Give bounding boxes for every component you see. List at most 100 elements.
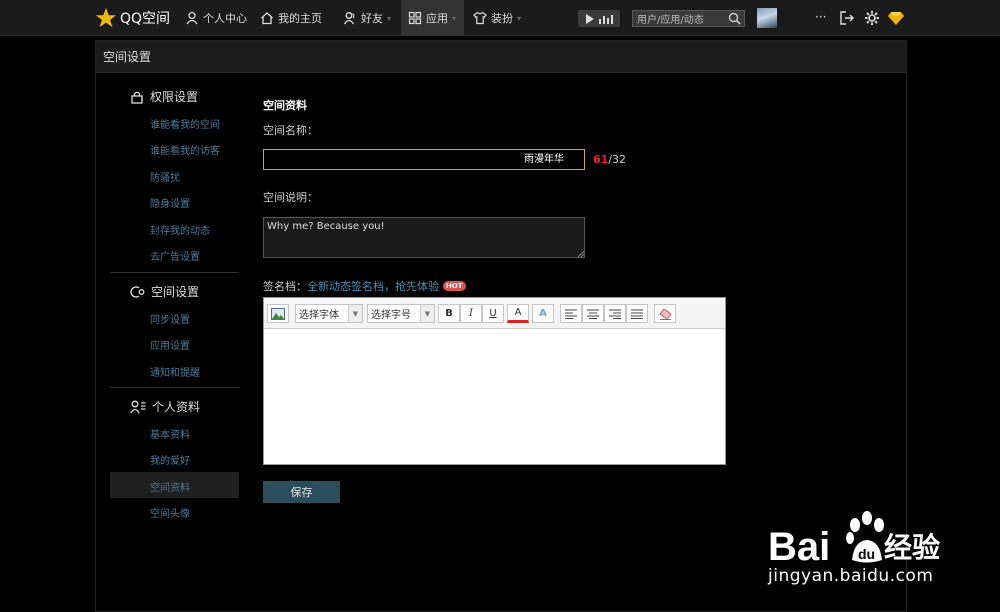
divider	[110, 387, 239, 388]
nav-dress-up[interactable]: 装扮 ▾	[473, 0, 521, 36]
italic-button[interactable]: I	[460, 304, 482, 323]
insert-image-button[interactable]	[267, 304, 289, 323]
watermark-brand-cn: 经验	[884, 531, 940, 564]
search-input[interactable]: 用户/应用/动态	[632, 10, 745, 27]
align-left-icon	[565, 309, 577, 319]
space-name-field[interactable]: 雨漫年华	[263, 149, 585, 170]
nav-personal-center[interactable]: 个人中心	[185, 0, 247, 36]
sidebar-item-space-avatar[interactable]: 空间头像	[150, 505, 190, 520]
nav-friends[interactable]: 好友 ▾	[343, 0, 391, 36]
chevron-down-icon: ▼	[420, 305, 434, 322]
watermark-brand: Bai	[768, 525, 830, 569]
sidebar-section-profile[interactable]: 个人资料	[130, 398, 200, 415]
nav-label: 好友	[361, 12, 383, 25]
signature-label-row: 签名档： 全新动态签名档，抢先体验 HOT	[263, 278, 466, 294]
space-settings-icon	[130, 285, 145, 298]
nav-label: 装扮	[491, 12, 513, 25]
panel-header: 空间设置	[96, 41, 906, 73]
gear-icon[interactable]	[864, 10, 880, 26]
sidebar-item-notifications[interactable]: 通知和提醒	[150, 364, 200, 379]
size-select-label: 选择字号	[371, 310, 411, 321]
sidebar-item-basic-info[interactable]: 基本资料	[150, 426, 190, 441]
nav-my-homepage[interactable]: 我的主页	[260, 0, 322, 36]
divider	[110, 272, 239, 273]
equalizer-icon	[599, 14, 614, 24]
dynamic-signature-link[interactable]: 全新动态签名档，抢先体验	[307, 278, 439, 294]
sidebar-item-sync[interactable]: 同步设置	[150, 311, 190, 326]
sidebar-section-permissions[interactable]: 权限设置	[130, 88, 198, 105]
hot-badge: HOT	[443, 281, 466, 291]
nav-label: 应用	[426, 12, 448, 25]
watermark-url: jingyan.baidu.com	[768, 566, 934, 586]
resize-handle-icon[interactable]	[578, 251, 584, 257]
editor-content-area[interactable]	[264, 329, 725, 464]
svg-text:du: du	[858, 546, 875, 562]
justify-icon	[631, 309, 643, 319]
music-player[interactable]	[578, 10, 620, 27]
shirt-icon	[473, 11, 487, 25]
counter-max: /32	[608, 153, 627, 166]
search-icon[interactable]	[728, 12, 741, 25]
sidebar-item-hobbies[interactable]: 我的爱好	[150, 452, 190, 467]
align-center-button[interactable]	[582, 304, 604, 323]
character-counter: 61/32	[593, 153, 626, 166]
nav-apps[interactable]: 应用 ▾	[401, 0, 464, 36]
sidebar-section-title: 权限设置	[150, 90, 199, 104]
search-placeholder: 用户/应用/动态	[637, 15, 704, 26]
star-logo-icon	[95, 7, 117, 28]
sidebar-item-remove-ads[interactable]: 去广告设置	[150, 248, 200, 263]
sidebar-item-who-can-view[interactable]: 谁能看我的空间	[150, 116, 220, 131]
friends-icon	[343, 12, 355, 25]
logout-icon[interactable]	[839, 10, 855, 26]
sidebar-item-anti-harassment[interactable]: 防骚扰	[150, 169, 180, 184]
top-navigation-bar: QQ空间 个人中心 我的主页 好友 ▾ 应用 ▾ 装扮 ▾ 用户/应用/动态 ·…	[0, 0, 1000, 36]
font-size-select[interactable]: 选择字号 ▼	[367, 304, 435, 323]
bold-button[interactable]: B	[438, 304, 460, 323]
editor-toolbar: 选择字体 ▼ 选择字号 ▼ B I U A A	[264, 298, 725, 329]
sidebar-item-who-sees-visitors[interactable]: 谁能看我的访客	[150, 142, 220, 157]
align-center-icon	[587, 309, 599, 319]
diamond-vip-icon[interactable]	[888, 10, 904, 26]
signature-label: 签名档：	[263, 280, 307, 293]
space-description-label: 空间说明：	[263, 191, 318, 204]
font-select-label: 选择字体	[299, 310, 339, 321]
chevron-down-icon: ▾	[452, 13, 457, 23]
sidebar-section-title: 空间设置	[151, 285, 200, 299]
justify-button[interactable]	[626, 304, 648, 323]
more-icon[interactable]: ···	[815, 10, 831, 26]
panel-title: 空间设置	[103, 50, 152, 64]
profile-icon	[130, 400, 146, 413]
qzone-logo[interactable]: QQ空间	[95, 7, 170, 29]
align-right-icon	[609, 309, 621, 319]
sidebar-item-app-settings[interactable]: 应用设置	[150, 337, 190, 352]
sidebar-section-title: 个人资料	[152, 400, 201, 414]
clear-format-button[interactable]	[654, 304, 676, 323]
chevron-down-icon: ▾	[387, 13, 392, 23]
align-left-button[interactable]	[560, 304, 582, 323]
counter-used: 61	[593, 153, 609, 166]
space-description-field[interactable]: Why me? Because you!	[263, 217, 585, 258]
play-icon[interactable]	[585, 13, 594, 24]
font-family-select[interactable]: 选择字体 ▼	[295, 304, 363, 323]
underline-button[interactable]: U	[482, 304, 504, 323]
chevron-down-icon: ▼	[348, 305, 362, 322]
sidebar-item-space-profile[interactable]: 空间资料	[150, 479, 190, 494]
lock-icon	[131, 91, 143, 104]
user-icon	[186, 11, 198, 25]
apps-grid-icon	[408, 11, 422, 25]
paw-icon: du	[846, 511, 884, 563]
font-color-button[interactable]: A	[507, 304, 529, 323]
section-title: 空间资料	[263, 99, 307, 112]
sidebar-section-space[interactable]: 空间设置	[130, 283, 199, 300]
save-button[interactable]: 保存	[263, 481, 340, 503]
sidebar-item-archive-feeds[interactable]: 封存我的动态	[150, 222, 210, 237]
eraser-icon	[658, 307, 672, 320]
image-icon	[271, 307, 285, 320]
sidebar-item-invisible[interactable]: 隐身设置	[150, 195, 190, 210]
highlight-button[interactable]: A	[532, 304, 554, 323]
align-right-button[interactable]	[604, 304, 626, 323]
chevron-down-icon: ▾	[517, 13, 522, 23]
signature-editor: 选择字体 ▼ 选择字号 ▼ B I U A A	[263, 297, 726, 465]
avatar[interactable]	[757, 8, 777, 28]
space-name-label: 空间名称：	[263, 124, 318, 137]
